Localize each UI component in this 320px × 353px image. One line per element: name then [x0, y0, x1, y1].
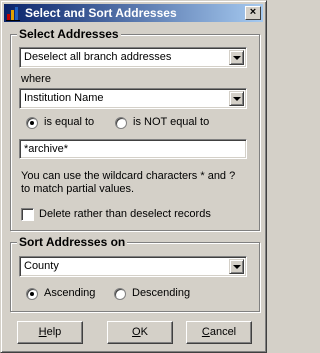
- cancel-button[interactable]: Cancel: [186, 321, 252, 344]
- radio-descending-label[interactable]: Descending: [132, 287, 190, 299]
- help-label-rest: elp: [46, 326, 62, 338]
- cancel-accel: C: [201, 326, 210, 338]
- ok-accel: O: [132, 326, 141, 338]
- chevron-down-icon[interactable]: [229, 50, 244, 65]
- help-button[interactable]: Help: [17, 321, 83, 344]
- sort-field-dropdown[interactable]: County: [19, 256, 247, 277]
- dialog-window: Select and Sort Addresses × Select Addre…: [0, 0, 267, 353]
- action-dropdown-value: Deselect all branch addresses: [24, 51, 172, 63]
- sort-field-value: County: [24, 260, 59, 272]
- radio-is-not-equal-label[interactable]: is NOT equal to: [133, 116, 209, 128]
- select-addresses-label: Select Addresses: [17, 27, 121, 41]
- sort-addresses-label: Sort Addresses on: [17, 235, 128, 249]
- match-value-input[interactable]: *archive*: [19, 139, 247, 159]
- wildcard-hint-line1: You can use the wildcard characters * an…: [21, 170, 236, 182]
- cancel-label-rest: ancel: [209, 326, 237, 338]
- field-dropdown-value: Institution Name: [24, 92, 104, 104]
- delete-records-label[interactable]: Delete rather than deselect records: [39, 208, 211, 220]
- wildcard-hint-line2: to match partial values.: [21, 183, 135, 195]
- where-label: where: [21, 73, 51, 85]
- delete-records-checkbox[interactable]: [21, 208, 34, 221]
- radio-is-equal-label[interactable]: is equal to: [44, 116, 94, 128]
- chevron-down-icon[interactable]: [229, 259, 244, 274]
- radio-ascending[interactable]: [26, 288, 38, 300]
- select-addresses-group: Select Addresses Deselect all branch add…: [10, 27, 260, 231]
- ok-label-rest: K: [140, 326, 148, 338]
- help-accel: H: [38, 326, 47, 338]
- close-button[interactable]: ×: [245, 6, 261, 20]
- field-dropdown[interactable]: Institution Name: [19, 88, 247, 109]
- app-bars-icon: [6, 5, 22, 21]
- close-icon: ×: [249, 6, 257, 18]
- sort-addresses-group: Sort Addresses on County Ascending Desce…: [10, 235, 260, 312]
- chevron-down-icon[interactable]: [229, 91, 244, 106]
- radio-is-equal[interactable]: [26, 117, 38, 129]
- radio-ascending-label[interactable]: Ascending: [44, 287, 95, 299]
- radio-descending[interactable]: [114, 288, 126, 300]
- ok-button[interactable]: OK: [107, 321, 173, 344]
- radio-is-not-equal[interactable]: [115, 117, 127, 129]
- action-dropdown[interactable]: Deselect all branch addresses: [19, 47, 247, 68]
- window-title: Select and Sort Addresses: [25, 6, 177, 20]
- title-bar[interactable]: Select and Sort Addresses ×: [4, 4, 263, 22]
